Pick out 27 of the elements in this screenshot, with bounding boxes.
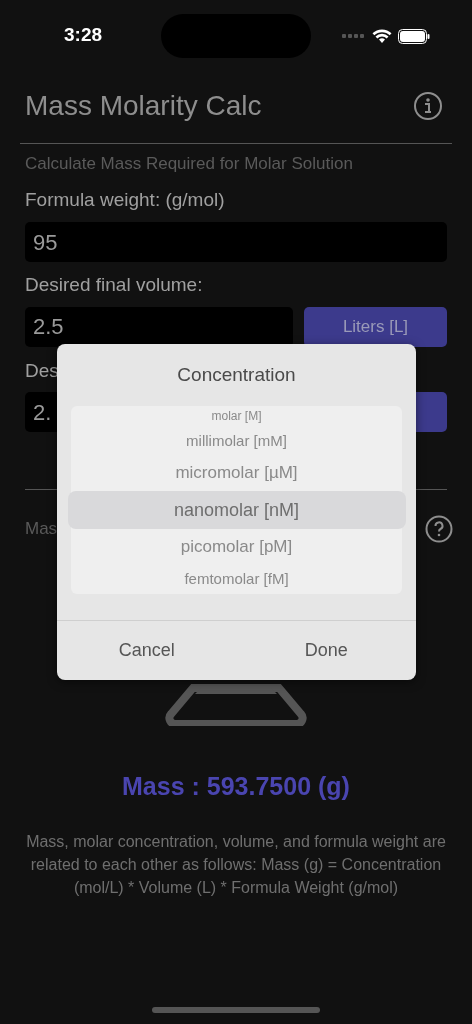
dialog-button[interactable]: Cancel	[57, 620, 237, 680]
status-time: 3:28	[64, 22, 103, 47]
unit-button[interactable]: Liters [L]	[304, 306, 447, 347]
field-label: Formula weight: (g/mol)	[24, 187, 226, 212]
wifi-icon	[372, 28, 392, 44]
picker-option[interactable]: millimolar [mM]	[76, 426, 397, 456]
dialog-button[interactable]: Done	[236, 620, 416, 680]
field-label: Des	[25, 358, 59, 383]
explanation-text: Mass, molar concentration, volume, and formula weight are related to each other as follows: Mass (g) = Concentration (mol/L) * Volume (L) * Formula Weight (g/mol)	[25, 831, 447, 898]
subtitle: Calculate Mass Required for Molar Solution	[24, 153, 354, 175]
app-title: Mass Molarity Calc	[25, 89, 262, 123]
info-icon[interactable]	[413, 91, 443, 121]
dialog-title: Concentration	[176, 363, 297, 387]
picker-option[interactable]: picomolar [pM]	[76, 529, 397, 565]
picker-option[interactable]: molar [M]	[76, 405, 397, 427]
picker-option[interactable]: femtomolar [fM]	[76, 564, 397, 594]
volume-field[interactable]: 2.5	[25, 306, 293, 347]
mass-result: Mass : 593.7500 (g)	[121, 771, 351, 802]
signal-icon	[342, 33, 366, 39]
scale-icon	[163, 684, 309, 726]
section-label: Mas	[25, 518, 58, 541]
field-label: Desired final volume:	[24, 273, 204, 297]
battery-icon	[398, 28, 430, 44]
picker-option[interactable]: micromolar [µM]	[76, 455, 397, 491]
help-icon[interactable]	[425, 515, 453, 543]
formula-weight-field[interactable]: 95	[25, 222, 447, 262]
picker-option[interactable]: nanomolar [nM]	[67, 490, 406, 530]
